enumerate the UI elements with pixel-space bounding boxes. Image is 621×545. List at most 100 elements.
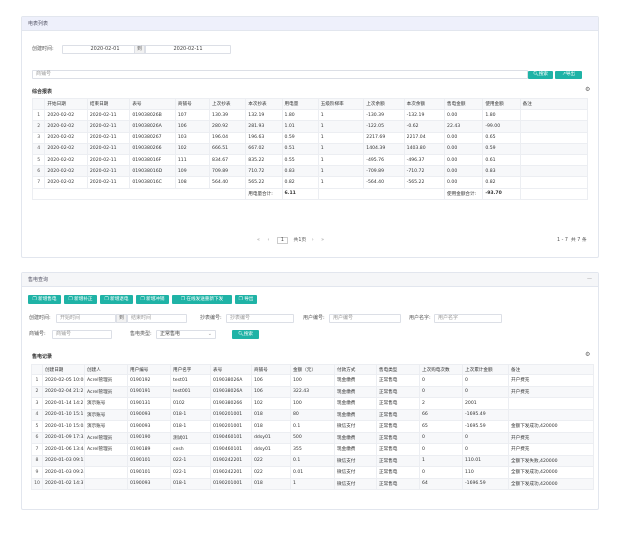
- row-index: 10: [31, 478, 43, 490]
- column-header[interactable]: 用电量: [282, 98, 319, 110]
- table-cell: 019038016C: [129, 176, 176, 188]
- settings-gear-icon[interactable]: ⚙: [585, 351, 590, 358]
- table-row[interactable]: 92020-01-03 09:24:2 0190101022-1019024220…: [31, 466, 594, 478]
- user-name-input[interactable]: 用户名字: [434, 314, 502, 323]
- table-row[interactable]: 7 2020-02-02 2020-02-11 019038016C 108 564.40…: [32, 176, 589, 188]
- table-cell: 2020-02-11: [87, 109, 131, 121]
- row-index: 3: [31, 397, 43, 409]
- table-row[interactable]: 102020-01-02 14:37:0 0190093018-101902010…: [31, 478, 594, 490]
- column-header[interactable]: 用户编号: [127, 364, 171, 375]
- table-cell: [520, 154, 589, 166]
- table-row[interactable]: 52020-01-10 15:05:3演示账号0190093018-101902…: [31, 420, 594, 432]
- prev-page-button[interactable]: ‹: [267, 238, 269, 243]
- toolbar-button-6[interactable]: ❐ 导出: [235, 295, 257, 304]
- table-row[interactable]: 82020-01-03 09:13:4 0190101022-1019024220…: [31, 455, 594, 467]
- end-date-input[interactable]: 2020-02-11: [145, 45, 231, 54]
- sale-type-select[interactable]: 正常售电 ⌄: [156, 330, 216, 339]
- column-header[interactable]: 用户名字: [170, 364, 211, 375]
- table-cell: 103: [175, 132, 211, 144]
- table-cell: 0190201001: [210, 420, 252, 432]
- column-header[interactable]: 商铺号: [175, 98, 211, 110]
- column-header[interactable]: 创建人: [84, 364, 128, 375]
- column-header[interactable]: 创建日期: [42, 364, 85, 375]
- table-cell: 019038026B: [129, 109, 176, 121]
- table-cell: 演示账号: [84, 397, 128, 409]
- created-end-input[interactable]: 结束时间: [127, 314, 187, 323]
- meter-number-label: 抄表编号:: [200, 315, 222, 321]
- collapse-icon[interactable]: —: [587, 276, 592, 282]
- row-index: 6: [31, 432, 43, 444]
- column-header[interactable]: 金额（元）: [290, 364, 335, 375]
- shop-number-input[interactable]: 商铺号: [52, 330, 112, 339]
- table-cell: 1: [318, 165, 365, 177]
- table-cell: 2020-02-02: [44, 176, 88, 188]
- table-cell: Acrel管理员: [84, 386, 128, 398]
- shop-number-input[interactable]: 商铺号: [32, 70, 528, 79]
- column-header[interactable]: 备注: [508, 364, 594, 375]
- table-cell: -565.22: [404, 176, 446, 188]
- created-start-input[interactable]: 开始时间: [56, 314, 116, 323]
- table-row[interactable]: 2 2020-02-02 2020-02-11 019038026A 106 280.92…: [32, 120, 589, 133]
- table-cell: 710.72: [245, 165, 283, 177]
- table-cell: cesh: [170, 443, 211, 455]
- table-cell: 0.83: [482, 165, 521, 177]
- toolbar-button-5[interactable]: ❐ 在线发送重新下发: [172, 295, 232, 304]
- last-page-button[interactable]: »: [321, 238, 324, 243]
- column-header[interactable]: 结束日期: [87, 98, 131, 110]
- table-row[interactable]: 72020-01-06 13:44:3Acrel管理员0190189cesh01…: [31, 443, 594, 455]
- sales-search-button[interactable]: 🔍︎搜索: [232, 330, 259, 339]
- table-cell: 全额下发成功,420000: [508, 466, 594, 478]
- column-header[interactable]: 上次余额: [363, 98, 405, 110]
- settings-gear-icon[interactable]: ⚙: [585, 86, 590, 93]
- table-row[interactable]: 6 2020-02-02 2020-02-11 019038016D 109 709.89…: [32, 165, 589, 177]
- table-cell: 322.43: [290, 386, 335, 398]
- column-header[interactable]: 使用金额: [482, 98, 521, 110]
- meter-number-input[interactable]: 抄表编号: [226, 314, 294, 323]
- table-cell: -99.00: [482, 120, 521, 133]
- search-button[interactable]: 🔍︎搜索: [528, 70, 553, 79]
- table-cell: 0.82: [282, 176, 319, 188]
- row-index: 1: [31, 374, 43, 386]
- toolbar-button-2[interactable]: ❐ 新增补正: [64, 295, 97, 304]
- table-row[interactable]: 4 2020-02-02 2020-02-11 0190380266 102 666.51…: [32, 143, 589, 155]
- column-header[interactable]: 表号: [129, 98, 176, 110]
- toolbar-button-4[interactable]: ❐ 新增冲销: [136, 295, 169, 304]
- toolbar-button-3[interactable]: ❐ 新增退电: [100, 295, 133, 304]
- table-cell: [84, 478, 128, 490]
- table-cell: 018: [251, 409, 291, 421]
- column-header[interactable]: 商铺号: [251, 364, 291, 375]
- table-cell: 019038026A: [129, 120, 176, 133]
- column-header[interactable]: 上次购电次数: [419, 364, 463, 375]
- table-cell: 130.39: [209, 109, 247, 121]
- table-row[interactable]: 62020-01-09 17:35:3Acrel管理员0190190测试0101…: [31, 432, 594, 444]
- table-cell: 0190093: [127, 409, 171, 421]
- first-page-button[interactable]: «: [257, 238, 260, 243]
- table-cell: 107: [175, 109, 211, 121]
- table-cell: 106: [175, 120, 211, 133]
- user-number-input[interactable]: 用户编号: [329, 314, 401, 323]
- column-header[interactable]: 本次抄表: [245, 98, 283, 110]
- next-page-button[interactable]: ›: [312, 238, 314, 243]
- column-header[interactable]: 售电金额: [444, 98, 484, 110]
- export-button[interactable]: ↗导出: [555, 70, 582, 79]
- table-row[interactable]: 5 2020-02-02 2020-02-11 019038016F 111 834.67…: [32, 154, 589, 166]
- column-header[interactable]: 售电类型: [376, 364, 420, 375]
- column-header[interactable]: 本次余额: [404, 98, 446, 110]
- table-row[interactable]: 3 2020-02-02 2020-02-11 0190380267 103 196.04…: [32, 132, 589, 144]
- table-cell: 2020-02-11: [87, 154, 131, 166]
- column-header[interactable]: 备注: [520, 98, 589, 110]
- page-number-input[interactable]: 1: [276, 237, 288, 244]
- column-header[interactable]: 付款方式: [334, 364, 377, 375]
- column-header[interactable]: 上次累计金额: [462, 364, 509, 375]
- table-cell: 0190190: [127, 432, 171, 444]
- column-header[interactable]: 开始日期: [44, 98, 88, 110]
- table-row[interactable]: 1 2020-02-02 2020-02-11 019038026B 107 130.39…: [32, 109, 589, 121]
- column-header[interactable]: 上次抄表: [209, 98, 247, 110]
- table-row[interactable]: 12020-02-05 10:08:4Acrel管理员0190192test01…: [31, 374, 594, 386]
- table-row[interactable]: 22020-02-04 21:21:1Acrel管理员0190191test00…: [31, 386, 594, 398]
- toolbar-button-1[interactable]: ❐ 新增售电: [28, 295, 61, 304]
- table-row[interactable]: 32020-01-14 14:21:5演示账号01901310102019038…: [31, 397, 594, 409]
- column-header[interactable]: 表号: [210, 364, 252, 375]
- table-row[interactable]: 42020-01-10 15:11:1演示账号0190093018-101902…: [31, 409, 594, 421]
- column-header[interactable]: 五级阶梯率: [318, 98, 365, 110]
